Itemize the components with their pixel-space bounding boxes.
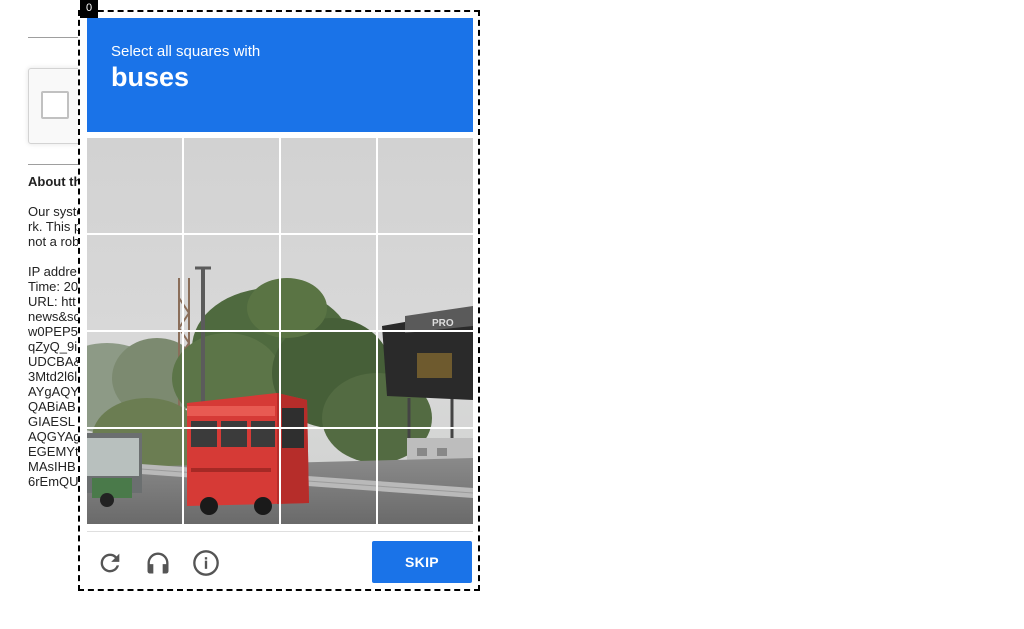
image-tile[interactable]	[378, 138, 473, 233]
image-tile[interactable]	[184, 235, 279, 330]
page: About th Our syste rk. This p not a rob IP …	[0, 0, 1024, 629]
divider-top	[28, 37, 84, 38]
image-tile[interactable]	[378, 235, 473, 330]
footer-divider	[87, 531, 473, 532]
about-heading: About th	[28, 174, 82, 189]
image-tile[interactable]	[281, 138, 376, 233]
headphones-icon	[147, 552, 169, 574]
reload-button[interactable]	[92, 545, 128, 581]
challenge-instruction: Select all squares with	[111, 43, 261, 60]
image-tile[interactable]	[281, 332, 376, 427]
challenge-target-object: buses	[111, 62, 190, 92]
image-tile[interactable]	[378, 429, 473, 524]
image-tile[interactable]	[87, 235, 182, 330]
image-tile[interactable]	[281, 235, 376, 330]
image-tile[interactable]	[184, 332, 279, 427]
info-icon	[193, 550, 219, 576]
skip-button[interactable]: Skip	[372, 541, 472, 583]
audio-challenge-button[interactable]	[140, 545, 176, 581]
challenge-header: Select all squares with buses	[87, 18, 473, 132]
reload-icon	[100, 553, 120, 573]
frame-index-label: 0	[80, 0, 98, 18]
image-tile[interactable]	[184, 138, 279, 233]
image-tile[interactable]	[378, 332, 473, 427]
image-tile[interactable]	[184, 429, 279, 524]
info-button[interactable]	[188, 545, 224, 581]
image-tile[interactable]	[281, 429, 376, 524]
recaptcha-checkbox[interactable]	[41, 91, 69, 119]
image-tile[interactable]	[87, 332, 182, 427]
divider-middle	[28, 164, 84, 165]
image-grid: PRO	[87, 138, 473, 524]
image-tile[interactable]	[87, 429, 182, 524]
image-tile[interactable]	[87, 138, 182, 233]
